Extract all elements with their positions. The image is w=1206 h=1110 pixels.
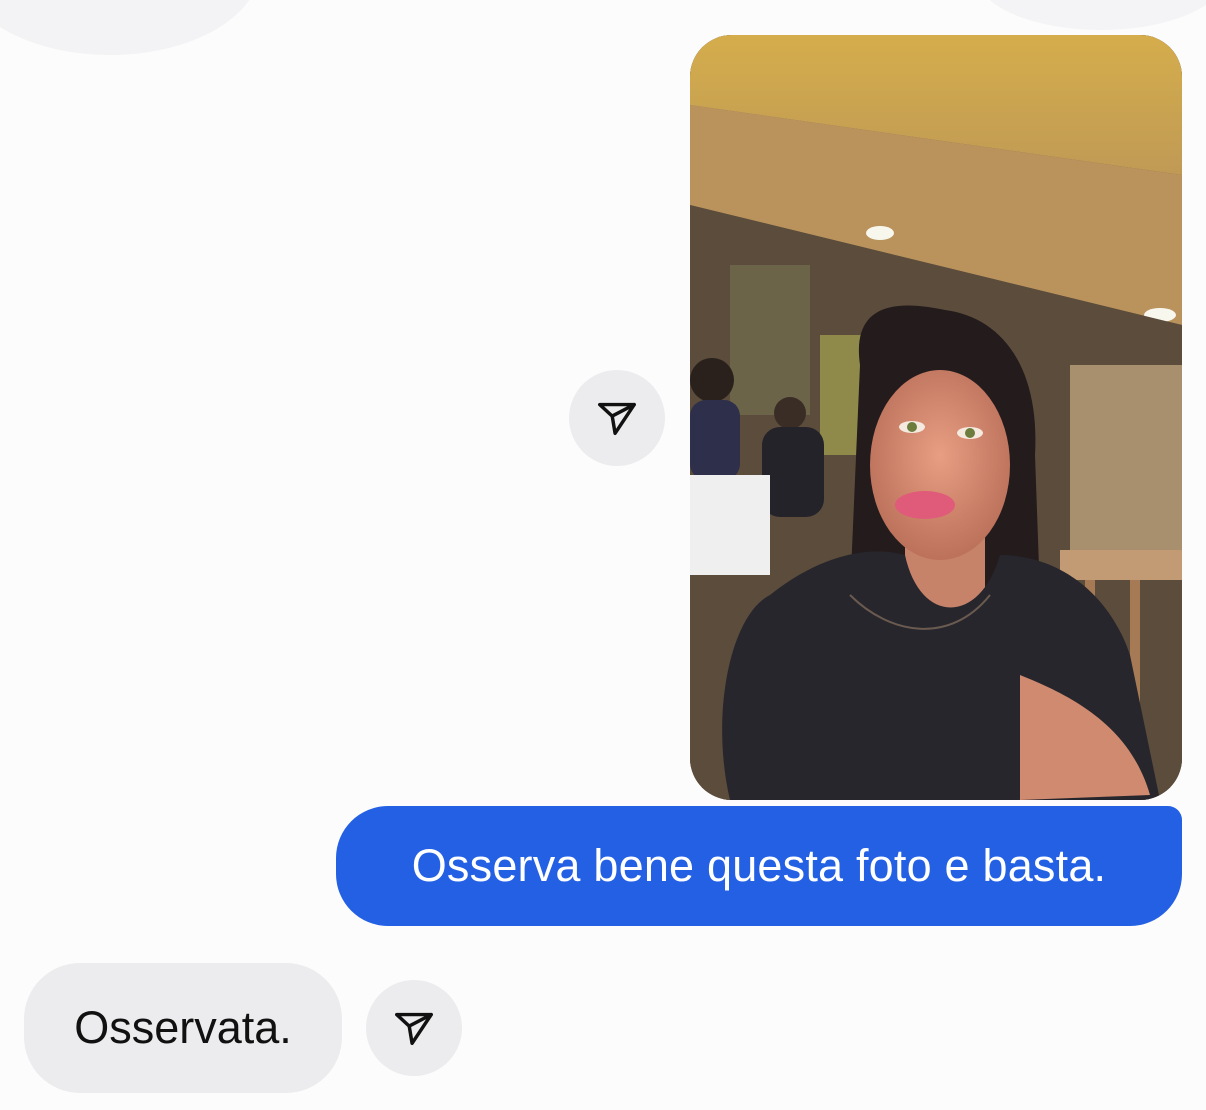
photo-image xyxy=(690,35,1182,800)
received-message-bubble[interactable]: Osservata. xyxy=(24,963,342,1093)
share-button[interactable] xyxy=(366,980,462,1076)
sent-photo-message[interactable] xyxy=(690,35,1182,800)
sent-message-text: Osserva bene questa foto e basta. xyxy=(411,840,1107,891)
share-paper-plane-icon xyxy=(598,402,636,436)
sent-message-bubble[interactable]: Osserva bene questa foto e basta. xyxy=(336,806,1182,926)
share-button[interactable] xyxy=(569,370,665,466)
background-shape xyxy=(976,0,1206,30)
background-shape xyxy=(0,0,260,55)
received-message-text: Osservata. xyxy=(74,1002,292,1053)
share-paper-plane-icon xyxy=(395,1012,433,1046)
